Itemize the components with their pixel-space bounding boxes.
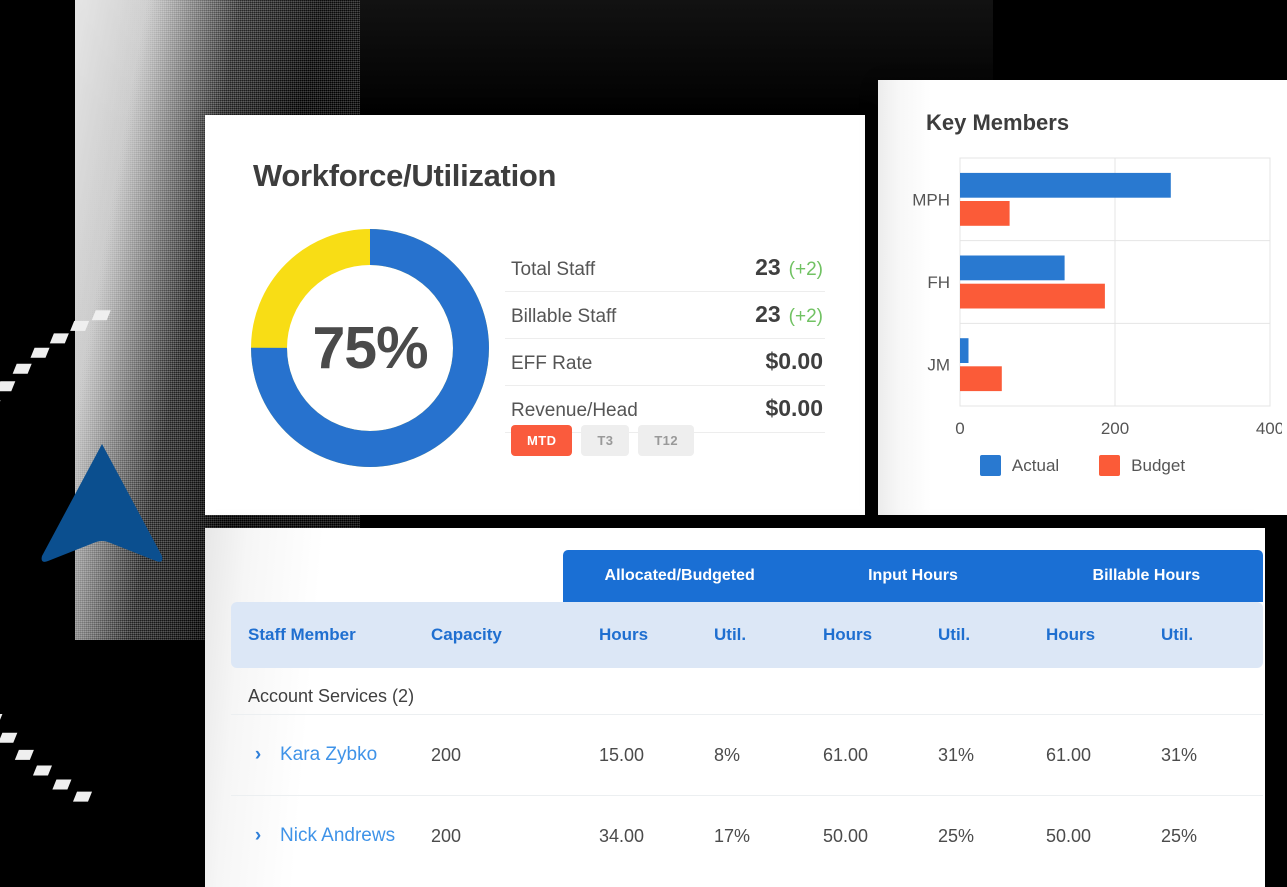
cell-billable-util: 31% [1161,744,1198,765]
svg-text:MPH: MPH [912,190,950,209]
stat-label: Total Staff [511,259,596,280]
key-members-card: Key Members MPH FH JM 0 200 400 Actual Budget [878,80,1287,515]
legend-label: Actual [1011,455,1060,475]
svg-text:200: 200 [1101,419,1129,438]
group-header-cell: Allocated/Budgeted [604,567,755,584]
cell-capacity: 200 [431,744,462,765]
cell-input-hours: 61.00 [823,744,869,765]
stat-row: Total Staff 23 (+2) [505,245,825,292]
table-group-header-row: Allocated/Budgeted Input Hours Billable Ho… [563,550,1263,602]
table-group-label: Account Services (2) [248,686,415,706]
workforce-utilization-card: Workforce/Utilization 75% Total Staff 23 (… [205,115,865,515]
column-header-hours[interactable]: Hours [1046,625,1095,645]
utilization-donut-chart: 75% [245,223,495,473]
cell-input-util: 25% [938,825,975,846]
group-header-cell: Billable Hours [1092,567,1201,584]
period-button-t3[interactable]: T3 [581,425,630,456]
column-header-util[interactable]: Util. [714,625,746,645]
cell-billable-hours: 61.00 [1046,744,1092,765]
legend-item: Budget [1099,455,1185,476]
screenshot-root: Workforce/Utilization 75% Total Staff 23 (… [0,0,1287,887]
period-segment-control[interactable]: MTD T3 T12 [511,425,694,456]
column-header-util[interactable]: Util. [938,625,970,645]
stat-value: $0.00 [765,395,823,421]
column-header-hours[interactable]: Hours [823,625,872,645]
legend-item: Actual [979,455,1060,476]
column-header-util[interactable]: Util. [1161,625,1193,645]
chevron-right-icon[interactable]: › [248,825,268,847]
staff-member-link[interactable]: Kara Zybko [280,744,377,766]
key-members-title: Key Members [926,110,1070,135]
stat-value: 23 [755,254,781,280]
staff-member-link[interactable]: Nick Andrews [280,825,395,847]
stat-value-group: 23 (+2) [755,254,823,281]
column-header-capacity[interactable]: Capacity [431,625,502,645]
stat-label: Revenue/Head [511,400,638,421]
period-button-t12[interactable]: T12 [638,425,694,456]
stat-value: $0.00 [765,348,823,374]
stat-value-group: $0.00 [765,395,823,422]
staff-member-cell[interactable]: › Nick Andrews [248,825,395,847]
cell-capacity: 200 [431,825,462,846]
cell-billable-util: 25% [1161,825,1198,846]
stat-label: Billable Staff [511,306,617,327]
table-column-header-row: Staff Member Capacity Hours Util. Hours Util.… [231,602,1263,668]
cell-alloc-util: 8% [714,744,741,765]
svg-text:400: 400 [1256,419,1282,438]
stat-delta: (+2) [788,306,823,327]
workforce-stats-list: Total Staff 23 (+2) Billable Staff 23 (+2) EFF… [505,245,825,433]
legend-label: Budget [1131,455,1186,475]
column-header-hours[interactable]: Hours [599,625,648,645]
stat-label: EFF Rate [511,353,593,374]
page-title: Workforce/Utilization [253,158,557,193]
stat-value: 23 [755,301,781,327]
period-button-mtd[interactable]: MTD [511,425,573,456]
cell-alloc-util: 17% [714,825,751,846]
chevron-right-icon[interactable]: › [248,744,268,766]
cell-billable-hours: 50.00 [1046,825,1092,846]
chart-legend: Actual Budget [878,455,1287,476]
svg-text:0: 0 [955,419,964,438]
cell-input-util: 31% [938,744,975,765]
cell-alloc-hours: 15.00 [599,744,645,765]
legend-swatch [1099,455,1121,476]
table-row[interactable]: › Kara Zybko 200 15.00 8% 61.00 31% 61.00 31% [231,714,1263,795]
svg-text:JM: JM [927,356,950,375]
column-header-staff-member[interactable]: Staff Member [248,625,356,645]
stat-value-group: 23 (+2) [755,301,823,328]
stat-value-group: $0.00 [765,348,823,375]
legend-swatch [979,455,1001,476]
table-row[interactable]: › Nick Andrews 200 34.00 17% 50.00 25% 50.00 25% [231,795,1263,876]
stat-row: EFF Rate $0.00 [505,339,825,386]
staff-member-cell[interactable]: › Kara Zybko [248,744,377,766]
cell-input-hours: 50.00 [823,825,869,846]
svg-text:FH: FH [927,273,950,292]
cell-alloc-hours: 34.00 [599,825,645,846]
donut-center-value: 75% [312,315,428,381]
group-header-cell: Input Hours [868,567,958,584]
navigation-arrow-icon [41,444,163,562]
stat-row: Billable Staff 23 (+2) [505,292,825,339]
stat-delta: (+2) [788,259,823,280]
staff-utilization-table-card: Allocated/Budgeted Input Hours Billable Ho… [205,528,1265,887]
key-members-bar-chart: MPH FH JM 0 200 400 [912,157,1282,438]
